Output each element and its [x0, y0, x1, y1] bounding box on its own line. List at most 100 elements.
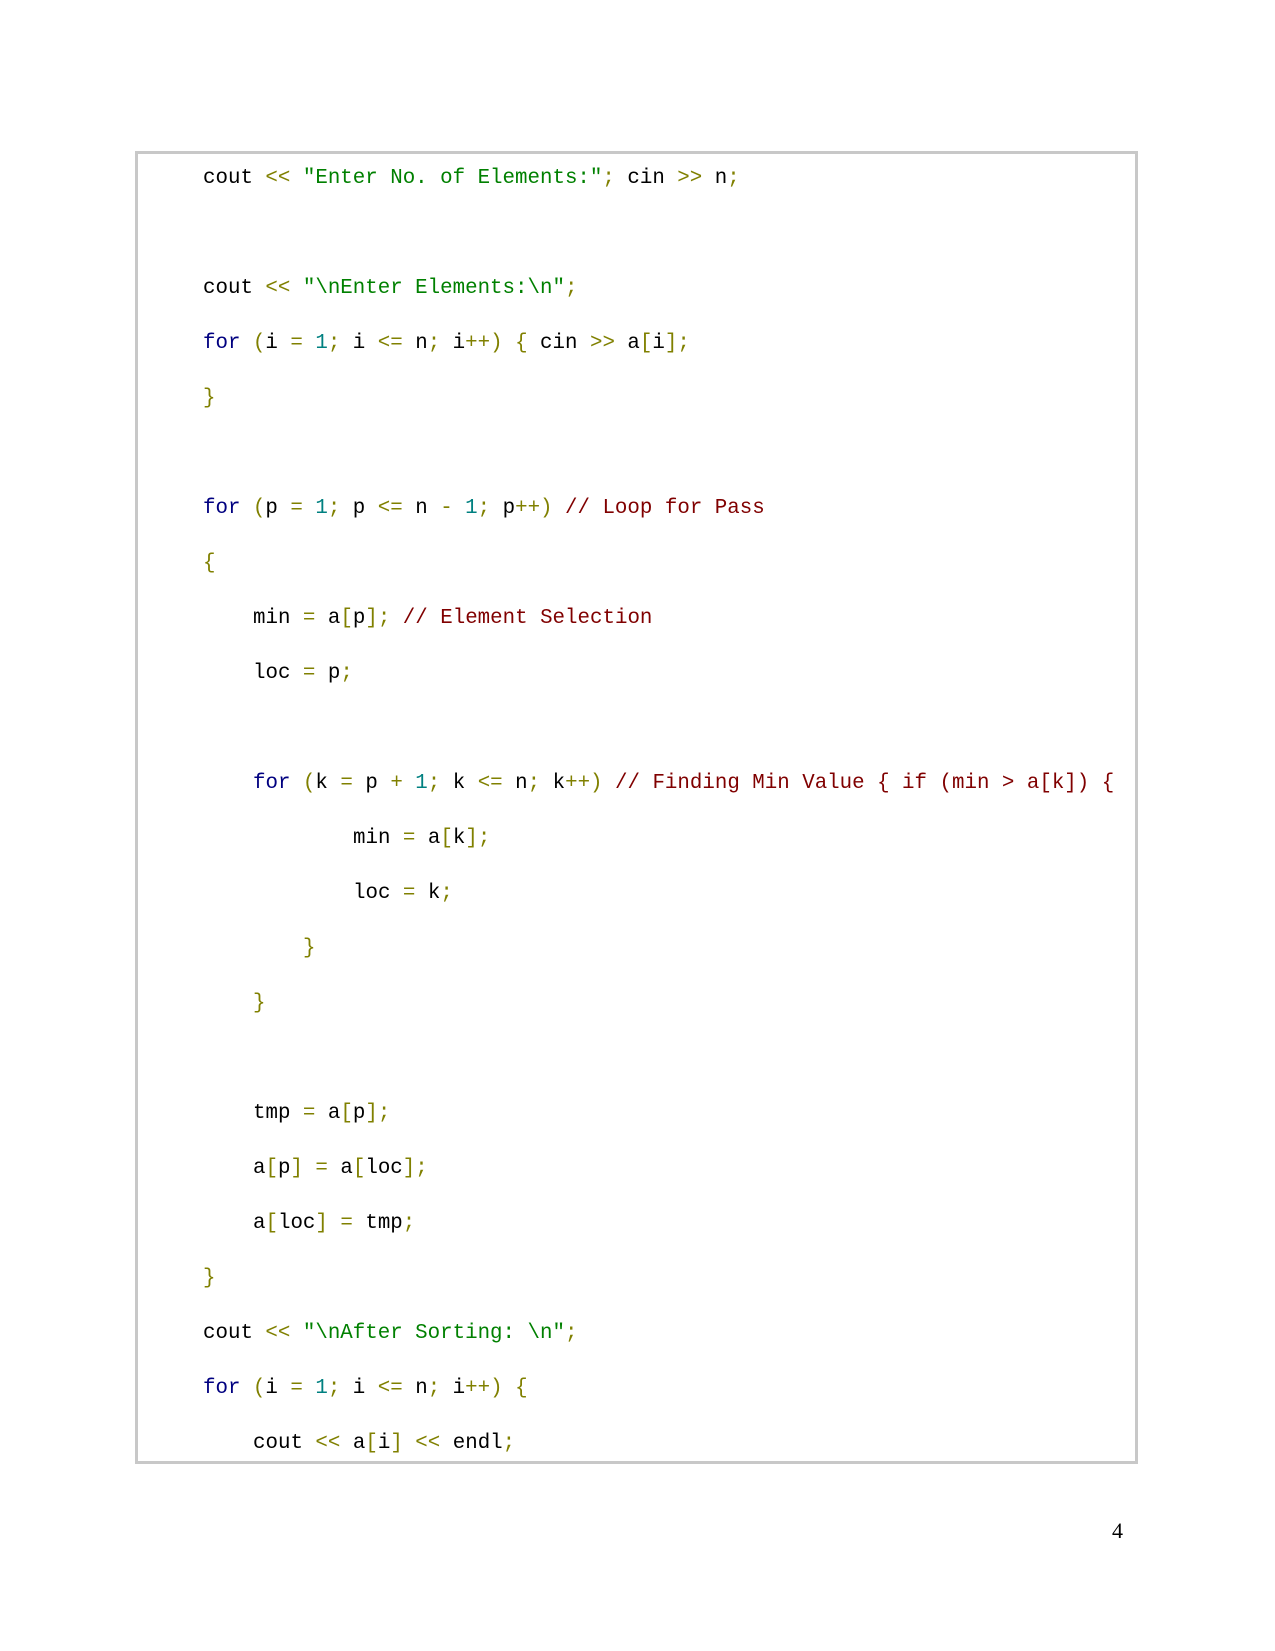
code-token-identifier: cout: [203, 1322, 266, 1345]
code-token-operator: ;: [327, 1377, 353, 1400]
code-token-identifier: loc: [353, 882, 403, 905]
code-token-operator: =: [290, 1377, 316, 1400]
code-line: cout << "\nEnter Elements:\n";: [203, 274, 577, 304]
code-line: }: [253, 989, 265, 1019]
code-token-operator: [: [340, 1102, 353, 1125]
code-token-operator: =: [302, 607, 328, 630]
code-token-operator: <<: [265, 277, 303, 300]
code-token-identifier: n: [515, 772, 528, 795]
code-token-identifier: p: [365, 772, 391, 795]
code-token-operator: <<: [265, 1322, 303, 1345]
code-token-operator: =: [302, 1102, 328, 1125]
code-token-operator: ;: [427, 332, 453, 355]
code-token-operator: =: [340, 772, 366, 795]
code-token-string-literal: "Enter No. of Elements:": [302, 167, 603, 190]
code-token-number-literal: 1: [315, 332, 328, 355]
code-token-operator: ;: [564, 1322, 578, 1345]
code-line: {: [203, 549, 215, 579]
code-token-operator: ;: [327, 497, 353, 520]
code-token-number-literal: 1: [415, 772, 428, 795]
code-token-identifier: loc: [365, 1157, 403, 1180]
code-token-identifier: endl: [452, 1432, 503, 1455]
code-token-identifier: a: [327, 607, 341, 630]
code-token-identifier: n: [415, 332, 428, 355]
code-token-string-literal: "\nEnter Elements:\n": [302, 277, 565, 300]
code-token-identifier: p: [352, 607, 366, 630]
code-line: for (i = 1; i <= n; i++) {: [203, 1374, 528, 1404]
code-token-identifier: cin: [627, 167, 678, 190]
code-line: }: [203, 384, 215, 414]
code-token-identifier: cin: [540, 332, 590, 355]
code-token-operator: ++) {: [465, 1377, 528, 1400]
code-token-identifier: cout: [203, 277, 266, 300]
code-token-operator: ];: [402, 1157, 428, 1180]
code-token-operator: [: [440, 827, 453, 850]
code-token-identifier: k: [315, 772, 341, 795]
code-token-identifier: p: [265, 497, 291, 520]
code-token-operator: ++): [565, 772, 616, 795]
code-token-operator: ;: [327, 332, 353, 355]
code-token-identifier: i: [265, 332, 291, 355]
code-token-keyword: for: [253, 772, 303, 795]
code-token-operator: <=: [377, 1377, 416, 1400]
code-token-identifier: p: [352, 497, 378, 520]
code-token-number-literal: 1: [315, 1377, 328, 1400]
code-block: cout << "Enter No. of Elements:"; cin >>…: [135, 151, 1138, 1464]
code-token-identifier: tmp: [253, 1102, 303, 1125]
code-token-operator: [: [639, 332, 653, 355]
code-line: for (p = 1; p <= n - 1; p++) // Loop for…: [203, 494, 765, 524]
code-line: min = a[k];: [353, 824, 490, 854]
code-token-operator: (: [252, 497, 266, 520]
code-token-operator: ;: [564, 277, 578, 300]
code-token-operator: ;: [527, 772, 553, 795]
code-token-identifier: k: [427, 882, 441, 905]
code-token-operator: =: [290, 497, 316, 520]
code-token-operator: ];: [365, 607, 403, 630]
code-token-operator: ] =: [315, 1212, 366, 1235]
code-token-identifier: a: [340, 1157, 353, 1180]
code-token-identifier: a: [253, 1157, 266, 1180]
code-token-operator: >>: [677, 167, 715, 190]
code-token-identifier: loc: [253, 662, 303, 685]
code-token-operator: ] =: [290, 1157, 341, 1180]
code-token-operator: <=: [377, 332, 416, 355]
code-token-operator: >>: [589, 332, 628, 355]
page-number: 4: [1112, 1518, 1123, 1543]
code-token-identifier: p: [502, 497, 516, 520]
code-token-operator: ;: [427, 772, 453, 795]
code-line: for (i = 1; i <= n; i++) { cin >> a[i];: [203, 329, 690, 359]
code-token-identifier: a: [427, 827, 441, 850]
code-token-operator: ++): [515, 497, 566, 520]
code-token-operator: <<: [315, 1432, 353, 1455]
code-token-identifier: i: [652, 332, 665, 355]
code-token-comment: // Element Selection: [402, 607, 653, 630]
code-token-identifier: i: [377, 1432, 391, 1455]
code-token-identifier: p: [327, 662, 341, 685]
code-token-identifier: a: [627, 332, 640, 355]
code-token-operator: <<: [265, 167, 303, 190]
code-token-operator: ;: [402, 1212, 416, 1235]
code-line: loc = p;: [253, 659, 353, 689]
code-token-keyword: for: [203, 1377, 253, 1400]
code-token-operator: }: [303, 937, 316, 960]
code-token-operator: ;: [502, 1432, 516, 1455]
code-token-operator: <=: [477, 772, 516, 795]
code-line: tmp = a[p];: [253, 1099, 390, 1129]
code-token-operator: =: [402, 827, 428, 850]
code-token-operator: ;: [340, 662, 353, 685]
code-line: cout << "\nAfter Sorting: \n";: [203, 1319, 577, 1349]
code-token-identifier: i: [452, 332, 466, 355]
code-line: cout << a[i] << endl;: [253, 1429, 515, 1459]
code-token-number-literal: 1: [465, 497, 478, 520]
code-token-operator: <<: [415, 1432, 453, 1455]
code-token-identifier: n: [415, 497, 441, 520]
code-token-operator: =: [402, 882, 428, 905]
code-token-operator: (: [302, 772, 316, 795]
code-token-operator: ;: [602, 167, 628, 190]
code-token-identifier: n: [415, 1377, 428, 1400]
code-token-identifier: i: [265, 1377, 291, 1400]
code-token-operator: ];: [365, 1102, 391, 1125]
code-token-operator: +: [390, 772, 416, 795]
code-line: a[loc] = tmp;: [253, 1209, 415, 1239]
code-token-operator: ;: [477, 497, 503, 520]
